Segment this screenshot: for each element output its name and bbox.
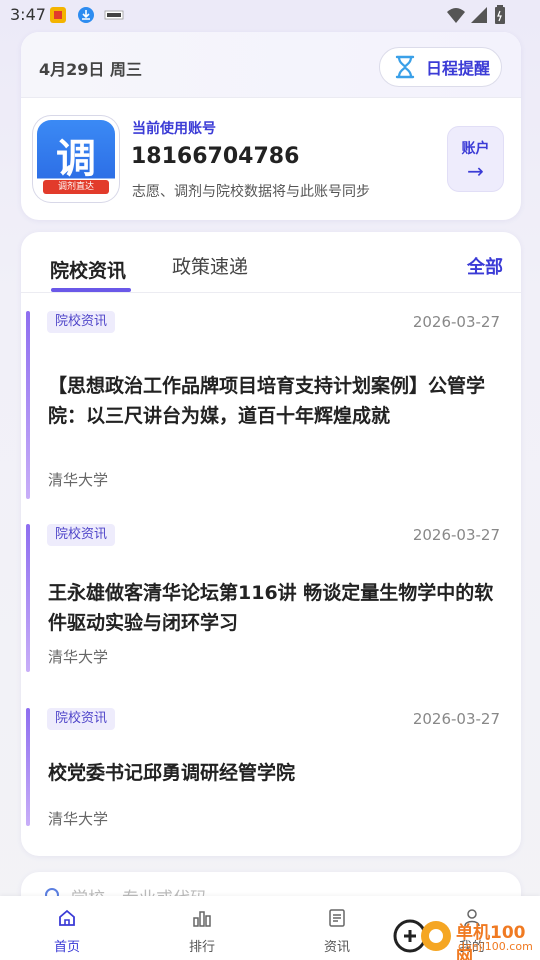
news-category-tag: 院校资讯 — [47, 311, 116, 333]
app-logo-band: 调剂直达 — [43, 180, 109, 194]
schedule-reminder-label: 日程提醒 — [426, 59, 491, 78]
news-source: 清华大学 — [48, 648, 109, 666]
schedule-reminder-button[interactable]: 日程提醒 — [379, 47, 502, 87]
app-notification-icon — [104, 10, 124, 20]
news-title: 校党委书记邱勇调研经管学院 — [48, 762, 296, 784]
app-logo: 调 调剂直达 — [33, 116, 119, 202]
nav-news[interactable]: 资讯 — [297, 896, 377, 960]
account-caption: 当前使用账号 — [132, 121, 216, 137]
watermark: 单机100网 danji100.com — [390, 912, 540, 960]
signal-icon — [471, 7, 487, 23]
status-time: 3:47 — [10, 5, 46, 24]
news-tab-bar: 院校资讯 政策速递 全部 — [21, 232, 521, 293]
app-notification-icon — [50, 7, 66, 23]
tab-school-news[interactable]: 院校资讯 — [50, 256, 126, 283]
bar-chart-icon — [193, 911, 211, 927]
news-date: 2026-03-27 — [412, 710, 500, 728]
nav-ranking[interactable]: 排行 — [162, 896, 242, 960]
news-item-accent-bar — [26, 311, 30, 499]
account-button[interactable]: 账户 → — [447, 126, 504, 192]
news-item-accent-bar — [26, 524, 30, 672]
status-bar: 3:47 — [0, 0, 540, 30]
download-notification-icon — [78, 7, 94, 23]
today-date: 4月29日 周三 — [39, 60, 142, 79]
news-source: 清华大学 — [48, 471, 109, 489]
news-title: 王永雄做客清华论坛第116讲 畅谈定量生物学中的软件驱动实验与闭环学习 — [48, 582, 494, 634]
home-icon — [59, 909, 75, 926]
document-icon — [329, 909, 345, 927]
account-button-label: 账户 — [461, 141, 490, 157]
app-logo-character: 调 — [56, 136, 96, 182]
news-category-tag: 院校资讯 — [47, 524, 116, 546]
active-tab-indicator — [51, 288, 131, 292]
watermark-url: danji100.com — [458, 940, 533, 953]
news-date: 2026-03-27 — [412, 526, 500, 544]
view-all-link[interactable]: 全部 — [467, 253, 503, 279]
nav-ranking-label: 排行 — [188, 940, 215, 955]
arrow-right-icon: → — [467, 159, 484, 183]
hourglass-icon — [395, 55, 415, 79]
watermark-text: 单机100网 — [456, 923, 526, 960]
tab-policy-news[interactable]: 政策速递 — [172, 252, 248, 279]
watermark-logo-icon — [393, 919, 451, 953]
nav-home[interactable]: 首页 — [27, 896, 107, 960]
news-title: 【思想政治工作品牌项目培育支持计划案例】公管学院：以三尺讲台为媒，道百十年辉煌成… — [48, 375, 486, 427]
news-category-tag: 院校资讯 — [47, 708, 116, 730]
news-date: 2026-03-27 — [412, 313, 500, 331]
account-card: 4月29日 周三 日程提醒 调 调剂直达 当前使用账号 18166704786 … — [21, 32, 521, 220]
wifi-icon — [447, 8, 465, 23]
date-bar: 4月29日 周三 日程提醒 — [21, 32, 521, 98]
battery-icon — [495, 5, 505, 24]
account-sync-note: 志愿、调剂与院校数据将与此账号同步 — [132, 184, 370, 200]
news-source: 清华大学 — [48, 810, 109, 828]
account-number: 18166704786 — [131, 144, 300, 169]
nav-news-label: 资讯 — [323, 940, 350, 955]
news-item-accent-bar — [26, 708, 30, 826]
nav-home-label: 首页 — [53, 940, 80, 955]
news-card: 院校资讯 政策速递 全部 院校资讯 2026-03-27 【思想政治工作品牌项目… — [21, 232, 521, 856]
